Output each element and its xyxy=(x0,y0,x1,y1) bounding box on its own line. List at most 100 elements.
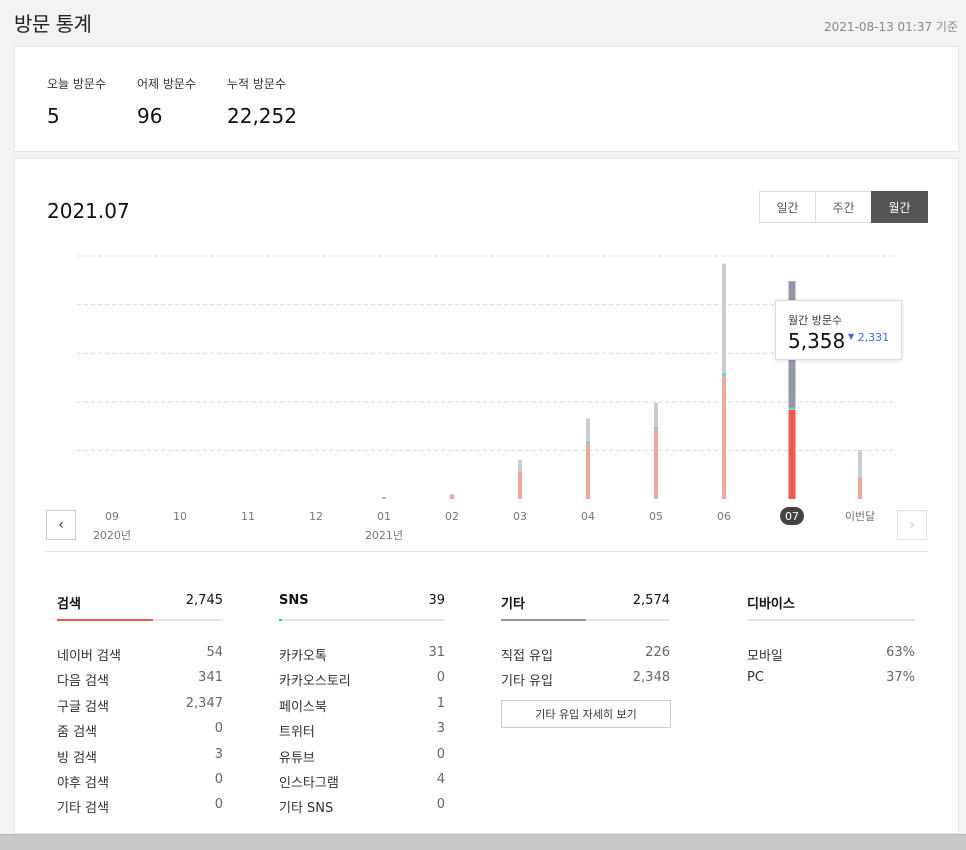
summary-card: 오늘 방문수 5 어제 방문수 96 누적 방문수 22,252 xyxy=(14,46,959,152)
list-item: 모바일 63% xyxy=(747,641,915,666)
row-label: 구글 검색 xyxy=(57,699,109,715)
row-label: 인스타그램 xyxy=(279,775,339,791)
tooltip-delta: ▼ 2,331 xyxy=(848,331,889,344)
list-item: 페이스북 1 xyxy=(279,692,445,717)
row-value: 226 xyxy=(645,645,670,660)
tick-label: 06 xyxy=(717,510,731,523)
tick-label: 03 xyxy=(513,510,527,523)
tick-label: 이번달 xyxy=(845,510,875,523)
summary-value: 5 xyxy=(47,104,60,128)
tick-label: 01 xyxy=(377,510,391,523)
list-item: 카카오스토리 0 xyxy=(279,666,445,691)
chart-tooltip: 월간 방문수 5,358 ▼ 2,331 xyxy=(775,300,902,360)
stat-bar xyxy=(501,619,586,621)
list-item: 유튜브 0 xyxy=(279,743,445,768)
tick-label: 09 xyxy=(105,510,119,523)
chart-card: 2021.07 일간 주간 월간 09 10 11 12 01 02 03 04 05 06 07 이… xyxy=(14,158,959,834)
tooltip-label: 월간 방문수 xyxy=(788,314,843,327)
row-value: 2,347 xyxy=(185,695,223,711)
tick-label: 12 xyxy=(309,510,323,523)
list-item: 빙 검색 3 xyxy=(57,743,223,768)
list-item: PC 37% xyxy=(747,666,915,691)
list-item: 기타 SNS 0 xyxy=(279,793,445,818)
chart-bar xyxy=(382,496,386,499)
row-value: 0 xyxy=(436,670,445,686)
chart-bar xyxy=(722,376,726,499)
stat-total: 2,745 xyxy=(185,593,223,608)
chart-bar xyxy=(518,459,522,472)
stat-etc: 기타 2,574 직접 유입 226 기타 유입 2,348 기타 유입 자세히 보… xyxy=(501,591,671,728)
row-value: 0 xyxy=(214,797,223,813)
summary-yesterday: 어제 방문수 96 xyxy=(137,75,196,128)
prev-period-button[interactable]: ‹ xyxy=(46,510,76,540)
tick-label: 04 xyxy=(581,510,595,523)
list-item: 카카오톡 31 xyxy=(279,641,445,666)
row-label: 기타 SNS xyxy=(279,801,334,817)
row-label: 기타 검색 xyxy=(57,801,109,817)
row-label: PC xyxy=(747,670,764,686)
chart-bar xyxy=(586,441,590,444)
row-label: 직접 유입 xyxy=(501,649,553,664)
tick-label: 11 xyxy=(241,510,255,523)
summary-label: 어제 방문수 xyxy=(137,77,197,91)
summary-total: 누적 방문수 22,252 xyxy=(227,75,297,128)
stat-title: 기타 xyxy=(501,597,525,612)
stat-total: 2,574 xyxy=(632,593,670,608)
chart-bar xyxy=(586,443,590,499)
row-value: 3 xyxy=(436,721,445,737)
stat-total: 39 xyxy=(428,593,445,608)
list-item: 인스타그램 4 xyxy=(279,768,445,793)
list-item: 기타 유입 2,348 xyxy=(501,666,670,691)
row-value: 2,348 xyxy=(632,670,670,686)
year-label: 2021년 xyxy=(365,529,403,542)
tick-label: 10 xyxy=(173,510,187,523)
chart-bar xyxy=(518,471,522,499)
row-value: 0 xyxy=(436,746,445,762)
bottom-scrollbar[interactable] xyxy=(0,834,966,850)
row-label: 빙 검색 xyxy=(57,750,98,766)
chevron-left-icon: ‹ xyxy=(58,517,64,533)
stat-sns: SNS 39 카카오톡 31 카카오스토리 0 페이스북 1 트위터 3 유튜브 0 인스… xyxy=(279,591,445,819)
row-label: 다음 검색 xyxy=(57,674,109,690)
tooltip-value: 5,358 xyxy=(788,329,846,353)
stat-bar xyxy=(279,619,283,621)
summary-label: 오늘 방문수 xyxy=(47,77,107,91)
row-label: 유튜브 xyxy=(279,750,315,766)
chart-bar xyxy=(788,407,796,410)
stat-rows: 모바일 63% PC 37% xyxy=(747,621,915,692)
row-value: 3 xyxy=(214,746,223,762)
tick-label: 02 xyxy=(445,510,459,523)
row-label: 페이스북 xyxy=(279,699,327,715)
list-item: 직접 유입 226 xyxy=(501,641,670,666)
tooltip-delta-value: 2,331 xyxy=(857,331,890,344)
next-period-button[interactable]: › xyxy=(897,510,927,540)
chart-bar xyxy=(722,263,726,373)
summary-label: 누적 방문수 xyxy=(227,77,287,91)
row-label: 네이버 검색 xyxy=(57,649,121,664)
chart-bar xyxy=(654,429,658,499)
row-value: 63% xyxy=(886,645,915,660)
stat-header: 검색 2,745 xyxy=(57,591,223,621)
stat-rows: 네이버 검색 54 다음 검색 341 구글 검색 2,347 줌 검색 0 빙 검색 3… xyxy=(57,621,223,819)
chart-bar xyxy=(788,409,796,499)
stat-device: 디바이스 모바일 63% PC 37% xyxy=(747,591,915,692)
summary-value: 96 xyxy=(137,104,163,128)
etc-detail-button[interactable]: 기타 유입 자세히 보기 xyxy=(501,699,671,728)
row-value: 31 xyxy=(428,645,445,660)
tick-label: 05 xyxy=(649,510,663,523)
stat-rows: 직접 유입 226 기타 유입 2,348 xyxy=(501,621,670,692)
chart-bar xyxy=(722,372,726,377)
chart-bar xyxy=(654,426,658,430)
list-item: 야후 검색 0 xyxy=(57,768,223,793)
row-value: 0 xyxy=(436,797,445,813)
row-label: 야후 검색 xyxy=(57,775,109,791)
list-item: 트위터 3 xyxy=(279,717,445,742)
row-value: 54 xyxy=(206,645,223,660)
stat-rows: 카카오톡 31 카카오스토리 0 페이스북 1 트위터 3 유튜브 0 인스타그램 4 기타… xyxy=(279,621,445,819)
stat-header: SNS 39 xyxy=(279,591,445,621)
timestamp: 2021-08-13 01:37 기준 xyxy=(823,20,958,34)
row-value: 4 xyxy=(436,771,445,787)
row-label: 카카오톡 xyxy=(279,649,327,664)
page-title: 방문 통계 xyxy=(14,12,92,36)
row-value: 0 xyxy=(214,721,223,737)
